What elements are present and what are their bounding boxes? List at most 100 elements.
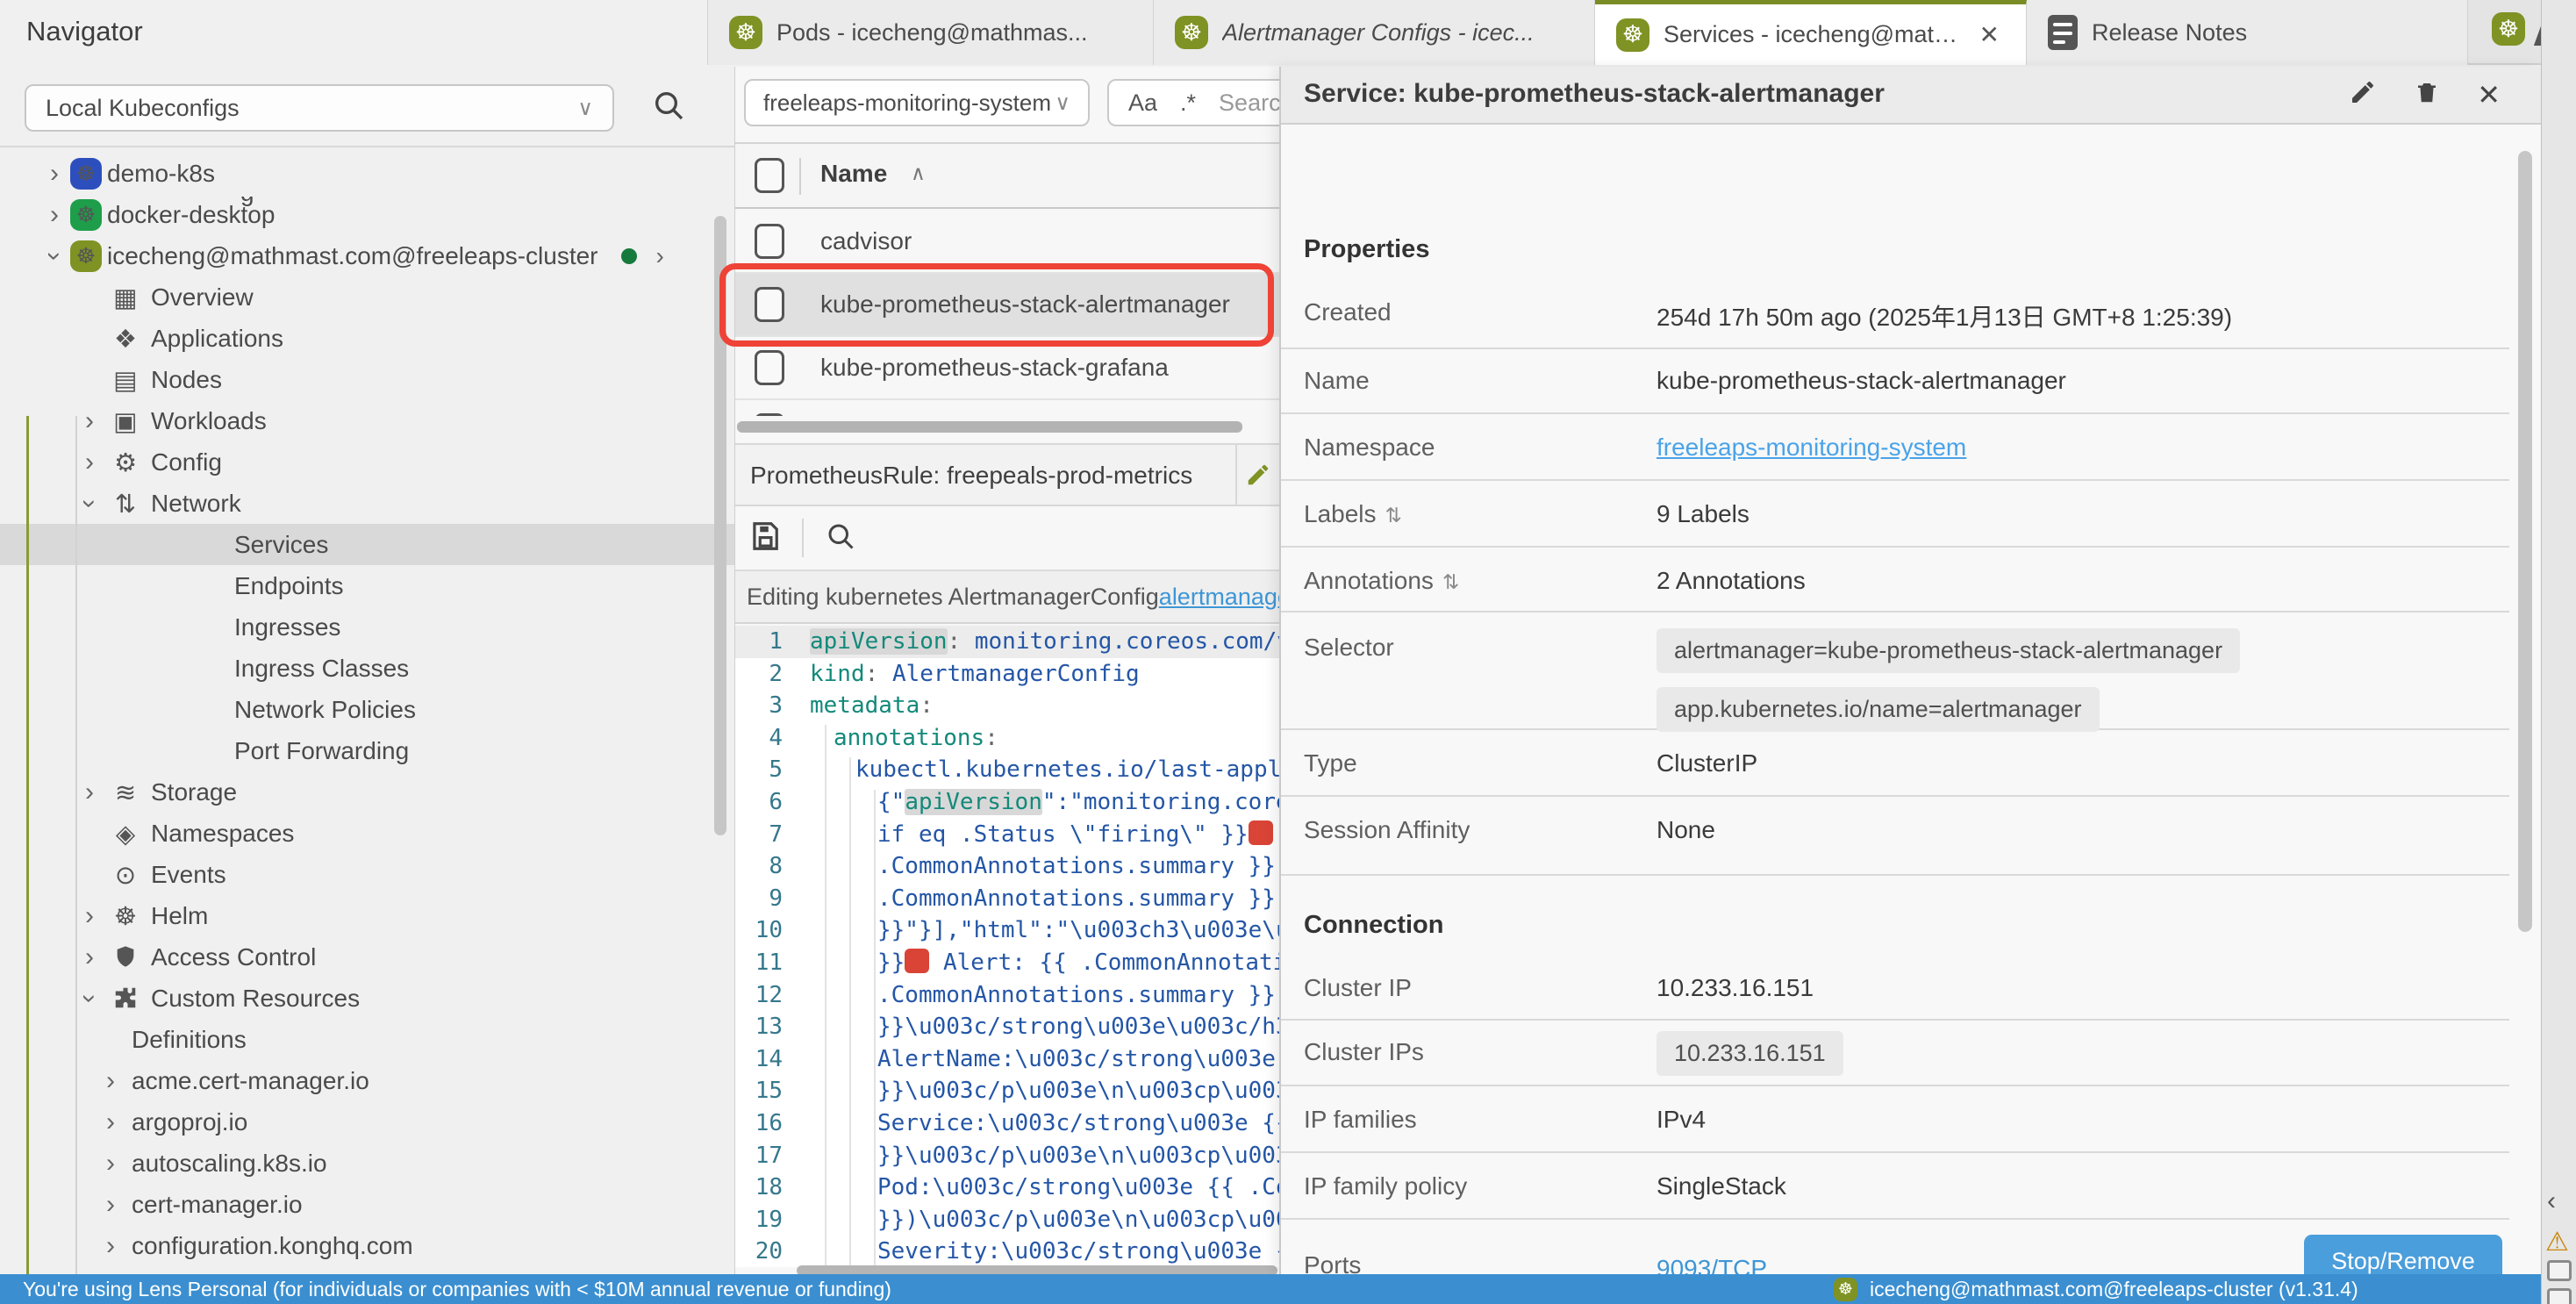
- row-checkbox[interactable]: [755, 287, 784, 322]
- tree-item[interactable]: › Ingresses: [0, 606, 735, 648]
- tree-item[interactable]: › ☸ docker-desktop: [0, 194, 735, 235]
- editor-search-button[interactable]: [825, 520, 856, 556]
- stop-remove-button[interactable]: Stop/Remove: [2304, 1235, 2502, 1274]
- chevron-icon[interactable]: ›: [95, 1149, 126, 1179]
- tree-item[interactable]: › Network Policies: [0, 689, 735, 730]
- tab-services-active[interactable]: ☸ Services - icecheng@math... ✕: [1595, 0, 2027, 65]
- navigator-sidebar: Local Kubeconfigs ∨ g › ☸ demo-k8s ›: [0, 67, 735, 1274]
- chevron-icon[interactable]: ›: [75, 983, 104, 1014]
- tree-item[interactable]: › ▦ Overview: [0, 276, 735, 318]
- row-checkbox[interactable]: [755, 350, 784, 385]
- tree-item[interactable]: › ⚙ Config: [0, 441, 735, 483]
- partial-tab-kubernetes-icon[interactable]: ☸: [2492, 12, 2525, 46]
- tree-item[interactable]: › autoscaling.k8s.io: [0, 1143, 735, 1184]
- editor-horizontal-scrollbar[interactable]: [797, 1265, 1277, 1274]
- chevron-icon[interactable]: ›: [39, 240, 69, 272]
- namespace-select-value: freeleaps-monitoring-system: [763, 90, 1051, 117]
- prometheusrule-dock-panel[interactable]: PrometheusRule: freepeals-prod-metrics: [735, 443, 1279, 506]
- tree-item[interactable]: › Definitions: [0, 1019, 735, 1060]
- sidebar-scrollbar[interactable]: [714, 216, 726, 835]
- sidebar-search-icon[interactable]: [651, 88, 686, 127]
- table-row[interactable]: kube-prometheus-stack-alertmanager: [735, 274, 1279, 337]
- delete-button[interactable]: [2414, 77, 2440, 111]
- tab-release-notes[interactable]: Release Notes: [2027, 0, 2468, 65]
- divider: [802, 519, 804, 557]
- tree-item-label: Nodes: [151, 366, 222, 394]
- selector-badge: app.kubernetes.io/name=alertmanager: [1657, 687, 2100, 732]
- tab-alertmanager-configs[interactable]: ☸ Alertmanager Configs - icec...: [1154, 0, 1595, 65]
- table-row[interactable]: kube-prometheus-stack-kubelet: [735, 400, 1279, 416]
- chevron-icon[interactable]: ›: [75, 488, 104, 519]
- port-link-9093[interactable]: 9093/TCP: [1657, 1255, 1767, 1274]
- namespace-select[interactable]: freeleaps-monitoring-system ∨: [744, 79, 1090, 126]
- search-input[interactable]: Aa .* Search: [1107, 79, 1279, 126]
- tree-item[interactable]: › ❖ Applications: [0, 318, 735, 359]
- line-number: 18: [735, 1171, 783, 1204]
- code-line: 4 annotations:: [735, 722, 1279, 755]
- tree-item[interactable]: › ▣ Workloads: [0, 400, 735, 441]
- tree-item[interactable]: › Port Forwarding: [0, 730, 735, 771]
- tree-item[interactable]: › Ingress Classes: [0, 648, 735, 689]
- tab-pods[interactable]: ☸ Pods - icecheng@mathmas...: [708, 0, 1154, 65]
- chevron-icon[interactable]: ›: [39, 159, 70, 189]
- tree-item[interactable]: › Access Control: [0, 936, 735, 978]
- select-all-checkbox[interactable]: [755, 158, 784, 193]
- tree-item[interactable]: › ◈ Namespaces: [0, 813, 735, 854]
- chevron-right-icon[interactable]: ›: [656, 242, 664, 270]
- tree-item[interactable]: › ☸ demo-k8s: [0, 153, 735, 194]
- table-row[interactable]: cadvisor: [735, 211, 1279, 274]
- tree-item[interactable]: › Custom Resources: [0, 978, 735, 1019]
- chevron-icon[interactable]: ›: [95, 1190, 126, 1220]
- line-number: 4: [735, 722, 783, 755]
- sort-toggle-icon[interactable]: ⇅: [1385, 504, 1402, 527]
- tree-item-label: demo-k8s: [107, 160, 215, 188]
- close-drawer-button[interactable]: ✕: [2477, 78, 2501, 111]
- tree-item-label: Events: [151, 861, 226, 889]
- chevron-icon[interactable]: ›: [74, 406, 105, 436]
- chevron-icon[interactable]: ›: [95, 1107, 126, 1137]
- tree-item-label: Ingresses: [234, 613, 340, 641]
- tree-item[interactable]: › ≋ Storage: [0, 771, 735, 813]
- column-header-name[interactable]: Name: [820, 160, 887, 188]
- chevron-icon[interactable]: ›: [74, 448, 105, 477]
- tree-item[interactable]: › ⊙ Events: [0, 854, 735, 895]
- kubeconfig-select[interactable]: Local Kubeconfigs ∨: [25, 84, 614, 132]
- chevron-icon[interactable]: ›: [74, 942, 105, 972]
- line-number: 6: [735, 786, 783, 819]
- active-cluster-text[interactable]: icecheng@mathmast.com@freeleaps-cluster …: [1870, 1278, 2358, 1301]
- tree-item[interactable]: › configuration.konghq.com: [0, 1225, 735, 1266]
- edit-button[interactable]: [1235, 445, 1279, 505]
- warning-triangle-icon[interactable]: ⚠: [2545, 1227, 2569, 1257]
- chevron-icon[interactable]: ›: [39, 200, 70, 230]
- table-horizontal-scrollbar[interactable]: [737, 421, 1242, 433]
- chevron-icon[interactable]: ›: [74, 901, 105, 931]
- collapse-chevron-icon[interactable]: ‹: [2547, 1186, 2556, 1216]
- tree-item-label: acme.cert-manager.io: [132, 1067, 369, 1095]
- tree-item[interactable]: › argoproj.io: [0, 1101, 735, 1143]
- table-row[interactable]: kube-prometheus-stack-grafana: [735, 337, 1279, 400]
- save-button[interactable]: [748, 519, 781, 557]
- edited-resource-link[interactable]: alertmanagerconfig: [1159, 584, 1279, 611]
- tree-item[interactable]: › Services: [0, 524, 735, 565]
- tree-item[interactable]: › ⇅ Network: [0, 483, 735, 524]
- chevron-icon[interactable]: ›: [74, 777, 105, 807]
- tree-item[interactable]: › ▤ Nodes: [0, 359, 735, 400]
- row-checkbox[interactable]: [755, 413, 784, 416]
- regex-toggle[interactable]: .*: [1180, 90, 1196, 117]
- chevron-icon[interactable]: ›: [95, 1231, 126, 1261]
- close-tab-icon[interactable]: ✕: [1974, 20, 2005, 49]
- tree-item[interactable]: › acme.cert-manager.io: [0, 1060, 735, 1101]
- tree-item[interactable]: › Endpoints: [0, 565, 735, 606]
- tree-item[interactable]: › cert-manager.io: [0, 1184, 735, 1225]
- namespace-link[interactable]: freeleaps-monitoring-system: [1657, 433, 1966, 462]
- tree-item[interactable]: › ☸ icecheng@mathmast.com@freeleaps-clus…: [0, 235, 735, 276]
- chevron-icon[interactable]: ›: [95, 1066, 126, 1096]
- tree-item[interactable]: › ☸ Helm: [0, 895, 735, 936]
- edit-button[interactable]: [2349, 78, 2377, 111]
- sort-toggle-icon[interactable]: ⇅: [1442, 570, 1459, 593]
- drawer-scrollbar[interactable]: [2518, 151, 2532, 932]
- row-checkbox[interactable]: [755, 224, 784, 259]
- yaml-editor[interactable]: 1 apiVersion: monitoring.coreos.com/v1al…: [735, 626, 1279, 1267]
- sort-asc-icon[interactable]: ∧: [911, 161, 926, 185]
- match-case-toggle[interactable]: Aa: [1128, 90, 1157, 117]
